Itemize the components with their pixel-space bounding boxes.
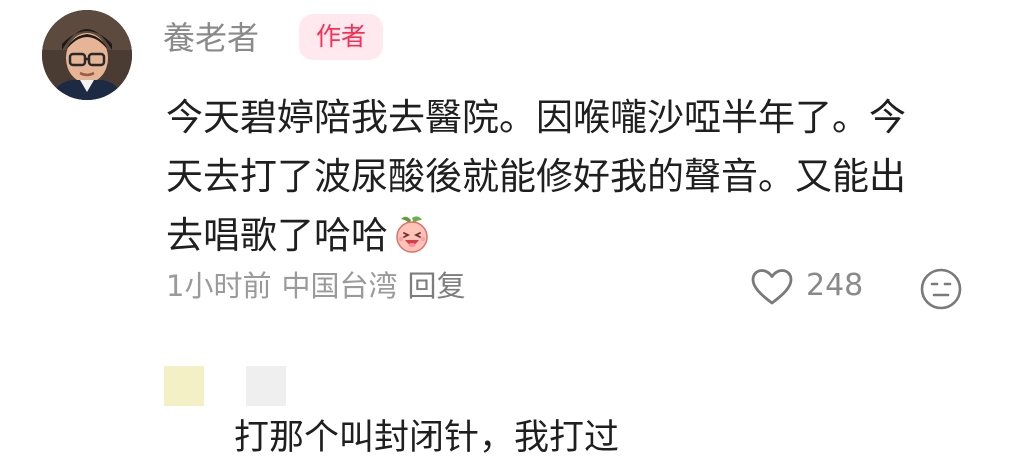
avatar[interactable] — [42, 10, 132, 100]
comment-line: 去唱歌了哈哈 — [166, 206, 986, 271]
comment-line: 天去打了波尿酸後就能修好我的聲音。又能出 — [166, 155, 906, 198]
comment-line-text: 去唱歌了哈哈 — [166, 214, 388, 257]
comment-line: 今天碧婷陪我去醫院。因喉嚨沙啞半年了。今 — [166, 96, 906, 139]
reply-button[interactable]: 回复 — [407, 269, 465, 303]
avatar-photo — [42, 10, 132, 100]
reply-username-redacted — [246, 366, 286, 406]
author-badge: 作者 — [299, 14, 383, 60]
heart-outline-icon[interactable] — [750, 268, 794, 306]
laughing-peach-emoji — [392, 212, 432, 271]
neutral-face-icon[interactable] — [918, 266, 964, 312]
reply-text: 打那个叫封闭针，我打过 — [234, 418, 620, 458]
like-count: 248 — [806, 268, 864, 303]
reply-avatar[interactable] — [164, 366, 204, 406]
comment-meta: 1小时前 中国台湾 回复 — [166, 266, 465, 306]
comment-location: 中国台湾 — [281, 269, 398, 303]
comment-time: 1小时前 — [166, 269, 272, 303]
username[interactable]: 養老者 — [163, 16, 259, 60]
comment-text: 今天碧婷陪我去醫院。因喉嚨沙啞半年了。今 天去打了波尿酸後就能修好我的聲音。又能… — [166, 88, 986, 271]
